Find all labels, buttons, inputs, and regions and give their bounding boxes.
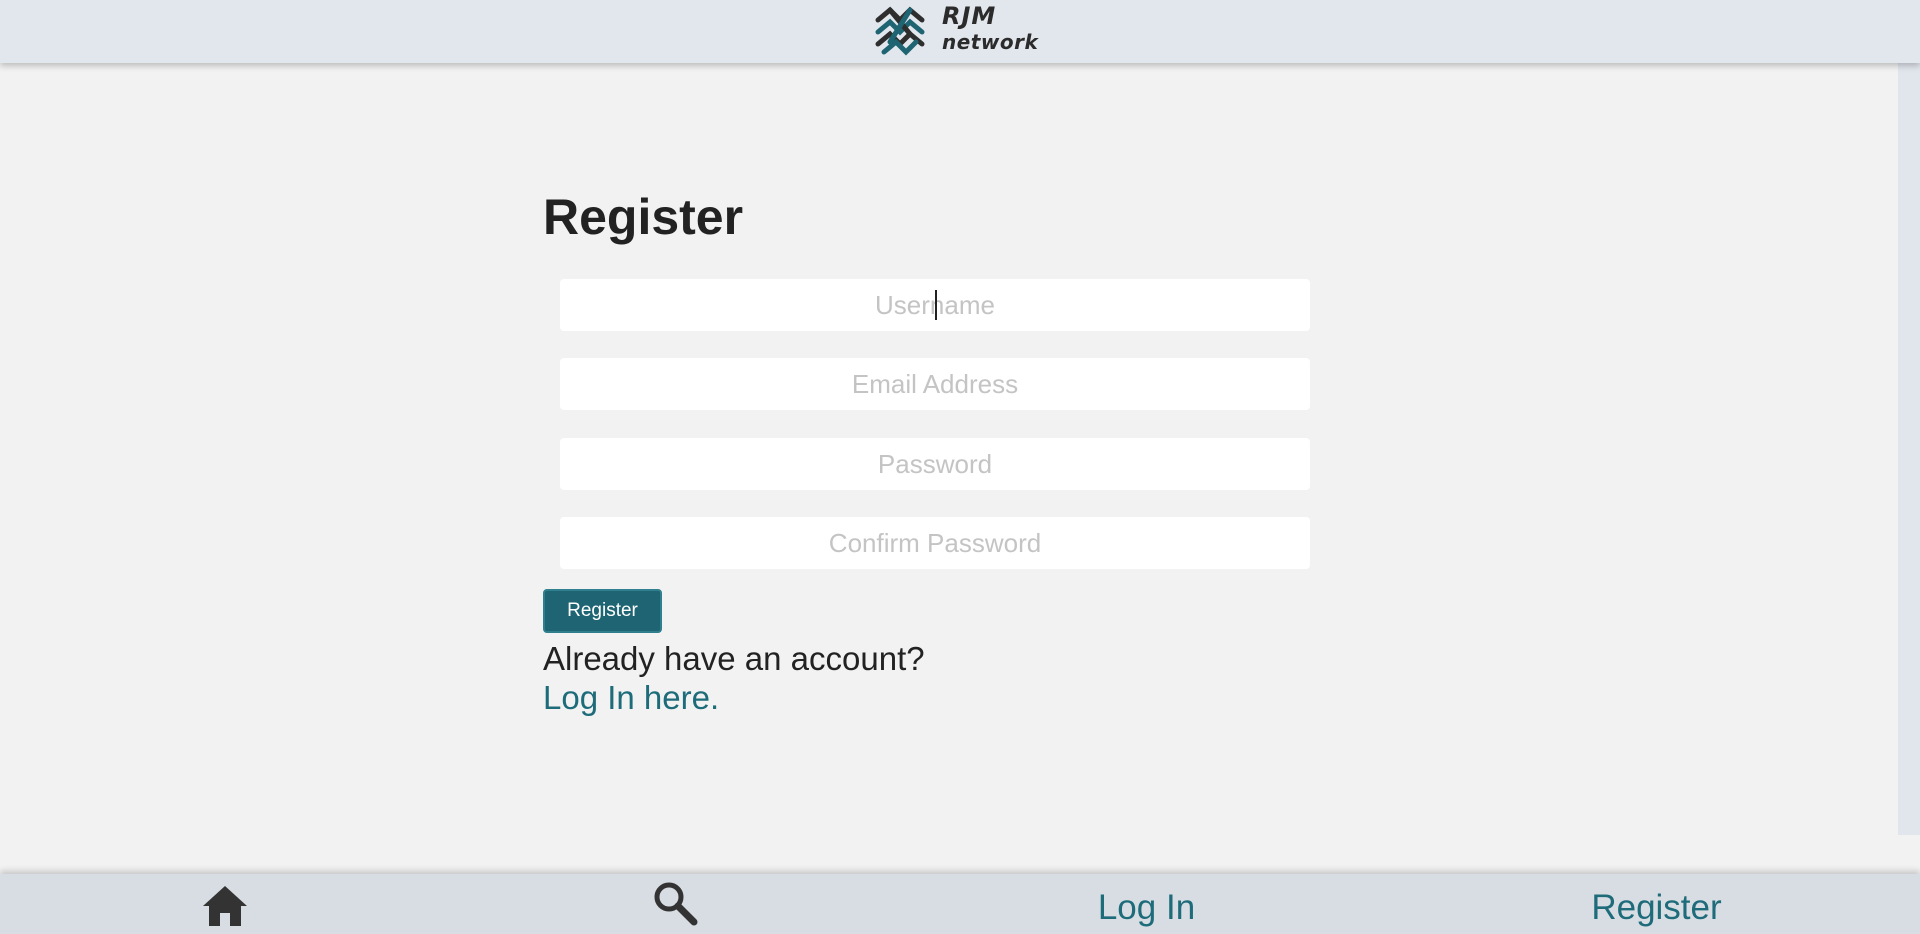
text-cursor	[935, 290, 937, 320]
home-icon	[203, 886, 247, 926]
nav-search-button[interactable]	[650, 874, 700, 934]
logo-line-2: network	[942, 30, 1039, 54]
bottom-nav: Log In Register	[0, 874, 1920, 934]
logo-mark-icon	[875, 6, 925, 56]
password-input[interactable]	[560, 438, 1310, 490]
page-title: Register	[543, 189, 744, 245]
logo-text: RJM network	[942, 4, 1038, 52]
login-here-link[interactable]: Log In here.	[543, 678, 719, 718]
nav-register-label: Register	[1591, 888, 1722, 927]
confirm-password-input[interactable]	[560, 517, 1310, 569]
nav-home-button[interactable]	[200, 874, 250, 934]
nav-register-link[interactable]: Register	[1560, 874, 1753, 934]
already-have-account-text: Already have an account?	[543, 640, 925, 677]
register-button[interactable]: Register	[543, 589, 662, 633]
logo-line-1: RJM	[942, 2, 997, 30]
nav-login-link[interactable]: Log In	[1050, 874, 1243, 934]
search-icon	[654, 882, 698, 926]
email-input[interactable]	[560, 358, 1310, 410]
site-logo[interactable]: RJM network	[870, 2, 1050, 60]
vertical-scrollbar[interactable]	[1898, 63, 1920, 835]
top-header: RJM network	[0, 0, 1920, 63]
register-page: RJM network Register Register Already ha…	[0, 0, 1920, 934]
nav-login-label: Log In	[1097, 888, 1196, 927]
